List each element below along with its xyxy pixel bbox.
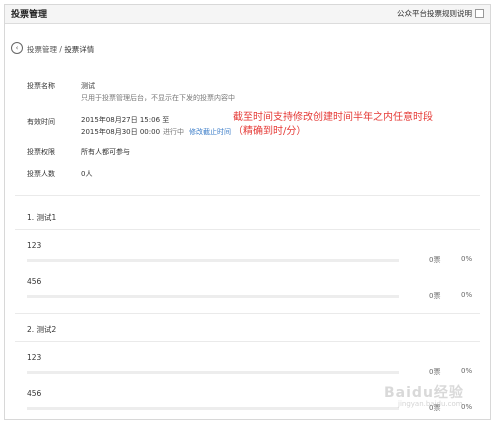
option-vote-count: 0票 — [429, 256, 441, 264]
edit-deadline-link[interactable]: 修改截止时间 — [189, 127, 231, 137]
option-vote-percent: 0% — [461, 367, 473, 375]
question-divider — [15, 341, 480, 342]
vote-name-value: 测试 — [81, 82, 95, 90]
valid-time-end: 2015年08月30日 00:00 — [81, 128, 161, 136]
option-progress-bar — [27, 259, 399, 262]
back-arrow-icon[interactable]: ‹ — [11, 42, 23, 54]
permission-value: 所有人都可参与 — [81, 148, 130, 156]
vote-status: 进行中 — [163, 128, 184, 136]
breadcrumb: 投票管理 / 投票详情 — [27, 44, 94, 55]
valid-time-start: 2015年08月27日 15:06 至 — [81, 116, 170, 124]
option-label: 456 — [27, 389, 42, 398]
watermark-logo: Baidu经验 — [384, 385, 464, 401]
option-label: 456 — [27, 277, 42, 286]
option-vote-percent: 0% — [461, 291, 473, 299]
rules-doc-icon[interactable] — [475, 9, 484, 18]
permission-label: 投票权限 — [27, 148, 55, 156]
breadcrumb-parent[interactable]: 投票管理 — [27, 45, 57, 54]
valid-time-label: 有效时间 — [27, 118, 55, 126]
option-vote-count: 0票 — [429, 292, 441, 300]
vote-detail-panel: 投票管理 公众平台投票规则说明 ‹ 投票管理 / 投票详情 投票名称 测试 只用… — [4, 4, 491, 420]
option-vote-count: 0票 — [429, 368, 441, 376]
option-progress-bar — [27, 371, 399, 374]
option-progress-bar — [27, 407, 399, 410]
question-title: 2. 测试2 — [27, 325, 57, 334]
breadcrumb-separator: / — [59, 45, 62, 54]
red-annotation: 截至时间支持修改创建时间半年之内任意时段 （精确到时/分） — [233, 111, 433, 139]
vote-name-label: 投票名称 — [27, 82, 55, 90]
section-divider — [15, 313, 480, 314]
question-title: 1. 测试1 — [27, 213, 57, 222]
panel-header: 投票管理 公众平台投票规则说明 — [5, 5, 490, 24]
voter-count-value: 0人 — [81, 170, 93, 178]
voter-count-label: 投票人数 — [27, 170, 55, 178]
option-label: 123 — [27, 241, 42, 250]
vote-rules-link[interactable]: 公众平台投票规则说明 — [397, 8, 472, 19]
breadcrumb-current: 投票详情 — [64, 45, 95, 54]
panel-title: 投票管理 — [11, 10, 48, 20]
annotation-line-1: 截至时间支持修改创建时间半年之内任意时段 — [233, 112, 433, 123]
vote-name-hint: 只用于投票管理后台，不显示在下发的投票内容中 — [81, 94, 235, 102]
option-vote-percent: 0% — [461, 255, 473, 263]
annotation-line-2: （精确到时/分） — [233, 126, 307, 137]
watermark-url: jingyan.baidu.com — [398, 400, 463, 408]
section-divider — [15, 195, 480, 196]
option-label: 123 — [27, 353, 42, 362]
option-progress-bar — [27, 295, 399, 298]
question-divider — [15, 229, 480, 230]
